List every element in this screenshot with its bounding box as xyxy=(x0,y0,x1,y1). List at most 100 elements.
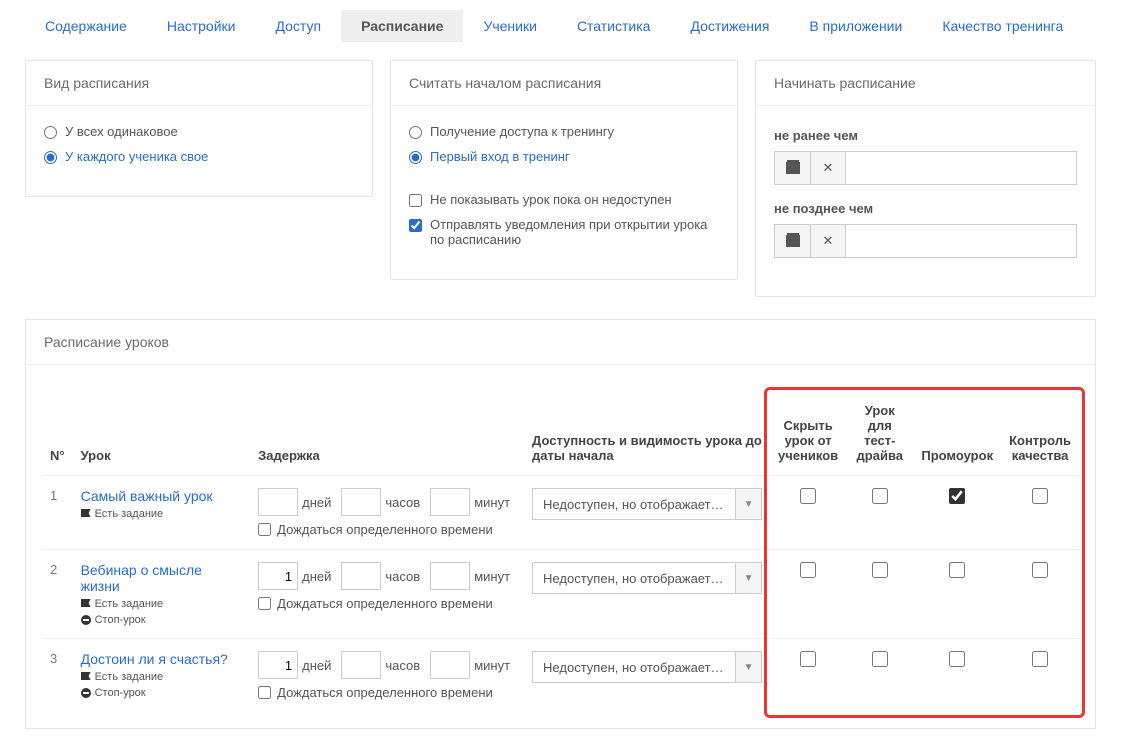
wait-checkbox[interactable] xyxy=(258,597,271,610)
chevron-down-icon: ▼ xyxy=(736,562,762,594)
panel-schedule-type: Вид расписания У всех одинаковое У каждо… xyxy=(25,60,373,197)
wait-checkbox-row[interactable]: Дождаться определенного времени xyxy=(258,685,516,700)
wait-checkbox[interactable] xyxy=(258,686,271,699)
promo-checkbox[interactable] xyxy=(949,651,965,667)
radio-access-granted[interactable]: Получение доступа к тренингу xyxy=(409,124,719,139)
promo-cell xyxy=(913,550,1001,639)
col-promo: Промоурок xyxy=(913,393,1001,476)
tab-Содержание[interactable]: Содержание xyxy=(25,10,147,42)
wait-checkbox[interactable] xyxy=(258,523,271,536)
hide-cell xyxy=(770,639,846,713)
test-cell xyxy=(846,550,913,639)
panels-row: Вид расписания У всех одинаковое У каждо… xyxy=(25,60,1096,297)
row-number: 1 xyxy=(42,476,73,550)
tab-Качество тренинга[interactable]: Качество тренинга xyxy=(922,10,1083,42)
delay-minutes-input[interactable] xyxy=(430,488,470,516)
radio-input[interactable] xyxy=(44,151,57,164)
quality-checkbox[interactable] xyxy=(1032,562,1048,578)
table-row: 3 Достоин ли я счастья? Есть заданиеСтоп… xyxy=(42,639,1079,713)
delay-days-input[interactable] xyxy=(258,562,298,590)
promo-checkbox[interactable] xyxy=(949,562,965,578)
qc-cell xyxy=(1001,476,1079,550)
lesson-link[interactable]: Вебинар о смысле жизни xyxy=(81,562,202,594)
checkbox-input[interactable] xyxy=(409,219,422,232)
checkbox-input[interactable] xyxy=(409,194,422,207)
hide-checkbox[interactable] xyxy=(800,488,816,504)
delay-days-input[interactable] xyxy=(258,488,298,516)
radio-input[interactable] xyxy=(409,151,422,164)
lesson-has-task: Есть задание xyxy=(81,598,243,610)
radio-individual[interactable]: У каждого ученика свое xyxy=(44,149,354,164)
delay-cell: дней часов минут Дождаться определенного… xyxy=(250,476,524,550)
radio-label: Первый вход в тренинг xyxy=(430,149,570,164)
lessons-table: N° Урок Задержка Доступность и видимость… xyxy=(42,393,1079,712)
calendar-icon[interactable] xyxy=(774,151,810,185)
flag-icon xyxy=(81,598,91,610)
availability-select[interactable]: Недоступен, но отображает… ▼ xyxy=(532,562,762,594)
tab-Статистика[interactable]: Статистика xyxy=(557,10,671,42)
wait-checkbox-row[interactable]: Дождаться определенного времени xyxy=(258,596,516,611)
hide-cell xyxy=(770,550,846,639)
delay-minutes-input[interactable] xyxy=(430,562,470,590)
lesson-cell: Вебинар о смысле жизни Есть заданиеСтоп-… xyxy=(73,550,251,639)
date-not-later: ✕ xyxy=(774,224,1077,258)
panel-lesson-schedule: Расписание уроков N° Урок Задержка Досту… xyxy=(25,319,1096,729)
unit-minutes: минут xyxy=(474,569,510,584)
col-hide: Скрыть урок от учеников xyxy=(770,393,846,476)
tab-Настройки[interactable]: Настройки xyxy=(147,10,256,42)
delay-hours-input[interactable] xyxy=(341,488,381,516)
date-input-not-later[interactable] xyxy=(846,224,1077,258)
availability-select[interactable]: Недоступен, но отображает… ▼ xyxy=(532,651,762,683)
lesson-link[interactable]: Самый важный урок xyxy=(81,488,213,504)
checkbox-send-notifications[interactable]: Отправлять уведомления при открытии урок… xyxy=(409,217,719,247)
tab-Расписание[interactable]: Расписание xyxy=(341,10,463,42)
row-number: 2 xyxy=(42,550,73,639)
availability-select[interactable]: Недоступен, но отображает… ▼ xyxy=(532,488,762,520)
panel-title: Расписание уроков xyxy=(26,320,1095,365)
tab-Доступ[interactable]: Доступ xyxy=(255,10,341,42)
delay-cell: дней часов минут Дождаться определенного… xyxy=(250,550,524,639)
wait-checkbox-row[interactable]: Дождаться определенного времени xyxy=(258,522,516,537)
col-availability: Доступность и видимость урока до даты на… xyxy=(524,393,770,476)
checkbox-hide-until-available[interactable]: Не показывать урок пока он недоступен xyxy=(409,192,719,207)
test-cell xyxy=(846,476,913,550)
lesson-link[interactable]: Достоин ли я счастья? xyxy=(81,651,228,667)
lesson-has-task: Есть задание xyxy=(81,508,243,520)
col-quality: Контроль качества xyxy=(1001,393,1079,476)
quality-checkbox[interactable] xyxy=(1032,651,1048,667)
hide-checkbox[interactable] xyxy=(800,562,816,578)
delay-minutes-input[interactable] xyxy=(430,651,470,679)
promo-checkbox[interactable] xyxy=(949,488,965,504)
panel-start-schedule: Начинать расписание не ранее чем ✕ не по… xyxy=(755,60,1096,297)
clear-date-button[interactable]: ✕ xyxy=(810,151,846,185)
testdrive-checkbox[interactable] xyxy=(872,562,888,578)
col-num: N° xyxy=(42,393,73,476)
hide-checkbox[interactable] xyxy=(800,651,816,667)
date-input-not-earlier[interactable] xyxy=(846,151,1077,185)
panel-title: Начинать расписание xyxy=(756,61,1095,106)
tab-Достижения[interactable]: Достижения xyxy=(670,10,789,42)
promo-cell xyxy=(913,476,1001,550)
tab-Ученики[interactable]: Ученики xyxy=(463,10,556,42)
delay-days-input[interactable] xyxy=(258,651,298,679)
delay-hours-input[interactable] xyxy=(341,651,381,679)
radio-same-for-all[interactable]: У всех одинаковое xyxy=(44,124,354,139)
radio-label: Получение доступа к тренингу xyxy=(430,124,614,139)
panel-title: Вид расписания xyxy=(26,61,372,106)
testdrive-checkbox[interactable] xyxy=(872,651,888,667)
tab-В приложении[interactable]: В приложении xyxy=(789,10,922,42)
wait-label: Дождаться определенного времени xyxy=(277,685,493,700)
delay-hours-input[interactable] xyxy=(341,562,381,590)
unit-days: дней xyxy=(302,658,331,673)
radio-first-entry[interactable]: Первый вход в тренинг xyxy=(409,149,719,164)
quality-checkbox[interactable] xyxy=(1032,488,1048,504)
checkbox-label: Отправлять уведомления при открытии урок… xyxy=(430,217,719,247)
radio-input[interactable] xyxy=(409,126,422,139)
radio-input[interactable] xyxy=(44,126,57,139)
clear-date-button[interactable]: ✕ xyxy=(810,224,846,258)
calendar-icon[interactable] xyxy=(774,224,810,258)
promo-cell xyxy=(913,639,1001,713)
lesson-stop: Стоп-урок xyxy=(81,687,243,699)
availability-cell: Недоступен, но отображает… ▼ xyxy=(524,550,770,639)
testdrive-checkbox[interactable] xyxy=(872,488,888,504)
